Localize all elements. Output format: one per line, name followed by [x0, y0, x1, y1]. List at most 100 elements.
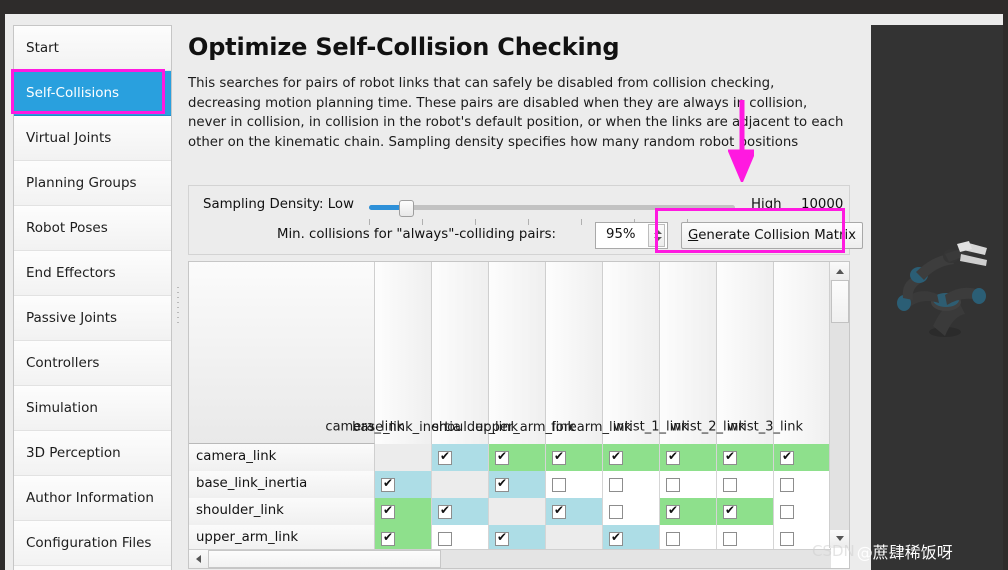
row-header-label[interactable]: camera_link — [189, 444, 375, 471]
matrix-cell[interactable] — [660, 444, 717, 471]
sidebar-item-3d-perception[interactable]: 3D Perception — [14, 431, 171, 476]
generate-collision-matrix-button[interactable]: Generate Collision Matrix — [681, 222, 863, 249]
matrix-cell[interactable] — [489, 471, 546, 498]
sampling-density-slider[interactable] — [369, 200, 735, 225]
column-header[interactable]: wrist_1_link — [613, 262, 717, 444]
collision-checkbox[interactable] — [438, 503, 452, 519]
column-header[interactable]: base_link_inertia — [352, 262, 489, 444]
column-header[interactable]: forearm_link — [551, 262, 660, 444]
collision-matrix-table[interactable]: camera_link base_link_inertia shoulder_lin… — [188, 261, 850, 569]
vscroll-track[interactable] — [830, 280, 849, 530]
matrix-cell[interactable] — [375, 525, 432, 552]
sidebar-item-robot-poses[interactable]: Robot Poses — [14, 206, 171, 251]
sidebar-item-author-information[interactable]: Author Information — [14, 476, 171, 521]
column-header[interactable]: upper_arm_link — [475, 262, 603, 444]
sidebar-item-start[interactable]: Start — [14, 26, 171, 71]
sidebar-item-virtual-joints[interactable]: Virtual Joints — [14, 116, 171, 161]
collision-checkbox[interactable] — [666, 449, 680, 465]
matrix-cell[interactable] — [546, 444, 603, 471]
matrix-cell[interactable] — [603, 498, 660, 525]
collision-checkbox[interactable] — [723, 477, 737, 492]
collision-checkbox[interactable] — [666, 503, 680, 519]
collision-checkbox[interactable] — [723, 503, 737, 519]
sidebar-item-simulation[interactable]: Simulation — [14, 386, 171, 431]
matrix-cell[interactable] — [375, 444, 432, 471]
collision-checkbox[interactable] — [552, 449, 566, 465]
matrix-cell[interactable] — [489, 525, 546, 552]
table-vertical-scrollbar[interactable] — [829, 262, 849, 548]
collision-checkbox[interactable] — [780, 531, 794, 546]
matrix-cell[interactable] — [603, 525, 660, 552]
collision-checkbox[interactable] — [438, 449, 452, 465]
min-collisions-spinbox[interactable]: 95% — [595, 222, 668, 249]
sidebar-item-planning-groups[interactable]: Planning Groups — [14, 161, 171, 206]
matrix-cell[interactable] — [717, 498, 774, 525]
matrix-cell[interactable] — [660, 498, 717, 525]
collision-checkbox[interactable] — [552, 503, 566, 519]
matrix-cell[interactable] — [660, 471, 717, 498]
spinbox-buttons[interactable] — [648, 224, 665, 247]
matrix-cell[interactable] — [717, 444, 774, 471]
robot-3d-viewport[interactable] — [871, 25, 1003, 570]
matrix-cell[interactable] — [432, 444, 489, 471]
collision-checkbox[interactable] — [780, 504, 794, 519]
column-header[interactable]: wrist_3_link — [727, 262, 831, 444]
matrix-cell[interactable] — [774, 444, 831, 471]
collision-checkbox[interactable] — [723, 531, 737, 546]
collision-checkbox[interactable] — [381, 503, 395, 519]
matrix-cell[interactable] — [432, 525, 489, 552]
collision-checkbox[interactable] — [381, 476, 395, 492]
matrix-cell[interactable] — [546, 471, 603, 498]
collision-checkbox[interactable] — [495, 530, 509, 546]
collision-checkbox[interactable] — [723, 449, 737, 465]
collision-checkbox[interactable] — [552, 477, 566, 492]
matrix-cell[interactable] — [489, 444, 546, 471]
matrix-cell[interactable] — [717, 471, 774, 498]
scroll-up-button[interactable] — [830, 262, 849, 280]
collision-checkbox[interactable] — [666, 477, 680, 492]
collision-checkbox[interactable] — [609, 477, 623, 492]
row-header-label[interactable]: base_link_inertia — [189, 471, 375, 498]
chevron-up-icon[interactable] — [654, 230, 662, 234]
collision-checkbox[interactable] — [609, 530, 623, 546]
table-horizontal-scrollbar[interactable] — [189, 549, 831, 568]
slider-handle[interactable] — [398, 200, 414, 217]
matrix-cell[interactable] — [375, 471, 432, 498]
hscroll-thumb[interactable] — [208, 550, 441, 568]
collision-checkbox[interactable] — [666, 531, 680, 546]
matrix-cell[interactable] — [774, 471, 831, 498]
collision-checkbox[interactable] — [609, 504, 623, 519]
collision-checkbox[interactable] — [381, 530, 395, 546]
matrix-cell[interactable] — [375, 498, 432, 525]
collision-checkbox[interactable] — [609, 449, 623, 465]
matrix-cell[interactable] — [432, 498, 489, 525]
matrix-cell[interactable] — [546, 498, 603, 525]
sidebar-item-controllers[interactable]: Controllers — [14, 341, 171, 386]
sidebar-item-self-collisions[interactable]: Self-Collisions — [14, 71, 171, 116]
collision-checkbox[interactable] — [780, 477, 794, 492]
matrix-cell[interactable] — [432, 471, 489, 498]
matrix-cell[interactable] — [660, 525, 717, 552]
collision-checkbox[interactable] — [438, 531, 452, 546]
collision-checkbox[interactable] — [495, 476, 509, 492]
sidebar-item-passive-joints[interactable]: Passive Joints — [14, 296, 171, 341]
matrix-cell[interactable] — [717, 525, 774, 552]
column-header[interactable]: wrist_2_link — [670, 262, 774, 444]
column-header[interactable]: camera_link — [325, 262, 432, 444]
sidebar-item-end-effectors[interactable]: End Effectors — [14, 251, 171, 296]
matrix-cell[interactable] — [603, 471, 660, 498]
matrix-cell[interactable] — [603, 444, 660, 471]
matrix-cell[interactable] — [489, 498, 546, 525]
matrix-cell[interactable] — [774, 498, 831, 525]
vscroll-thumb[interactable] — [831, 280, 849, 323]
matrix-cell[interactable] — [546, 525, 603, 552]
column-header[interactable]: shoulder_link — [432, 262, 546, 444]
row-header-label[interactable]: upper_arm_link — [189, 525, 375, 552]
sidebar-item-configuration-files[interactable]: Configuration Files — [14, 521, 171, 566]
scroll-left-button[interactable] — [189, 550, 208, 568]
chevron-down-icon[interactable] — [654, 237, 662, 241]
row-header-label[interactable]: shoulder_link — [189, 498, 375, 525]
collision-checkbox[interactable] — [495, 449, 509, 465]
collision-checkbox[interactable] — [780, 449, 794, 465]
panel-splitter[interactable] — [172, 25, 184, 570]
